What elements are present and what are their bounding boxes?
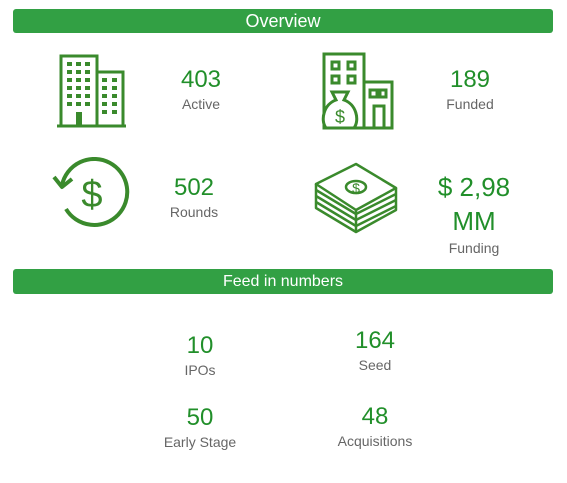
stat-funding-value-line2: MM bbox=[452, 206, 496, 236]
stat-active-label: Active bbox=[181, 96, 221, 112]
overview-header: Overview bbox=[13, 9, 553, 33]
svg-text:$: $ bbox=[335, 107, 345, 127]
svg-text:$: $ bbox=[352, 180, 360, 196]
stat-active: 403 Active bbox=[166, 66, 236, 114]
stat-active-value: 403 bbox=[180, 66, 222, 93]
stat-acquisitions: 48 Acquisitions bbox=[320, 403, 430, 451]
stat-funding-value-line1: $ 2,98 bbox=[437, 172, 511, 202]
stat-rounds-value: 502 bbox=[173, 174, 215, 201]
stat-funding: $ 2,98 MM Funding bbox=[424, 170, 524, 258]
stat-funded-value: 189 bbox=[449, 66, 491, 93]
stat-ipos-label: IPOs bbox=[184, 362, 216, 378]
office-building-icon bbox=[55, 50, 127, 128]
feed-header: Feed in numbers bbox=[13, 269, 553, 294]
stat-early-stage: 50 Early Stage bbox=[150, 404, 250, 452]
stat-acquisitions-value: 48 bbox=[361, 403, 389, 430]
stat-early-stage-value: 50 bbox=[186, 404, 214, 431]
stat-seed: 164 Seed bbox=[335, 327, 415, 375]
svg-text:$: $ bbox=[81, 174, 102, 216]
stat-ipos: 10 IPOs bbox=[160, 332, 240, 380]
stat-ipos-value: 10 bbox=[186, 332, 214, 359]
stat-funded: 189 Funded bbox=[432, 66, 508, 114]
stat-funded-label: Funded bbox=[446, 96, 494, 112]
refresh-dollar-icon: $ bbox=[50, 157, 132, 229]
stat-seed-label: Seed bbox=[358, 357, 392, 373]
stat-early-stage-label: Early Stage bbox=[163, 434, 237, 450]
stat-rounds-label: Rounds bbox=[169, 204, 219, 220]
stat-acquisitions-label: Acquisitions bbox=[337, 433, 413, 449]
cash-stack-icon: $ bbox=[312, 158, 400, 234]
stat-rounds: 502 Rounds bbox=[158, 174, 230, 222]
stat-seed-value: 164 bbox=[354, 327, 396, 354]
stat-funding-label: Funding bbox=[448, 240, 500, 256]
building-money-bag-icon: $ bbox=[318, 50, 396, 130]
